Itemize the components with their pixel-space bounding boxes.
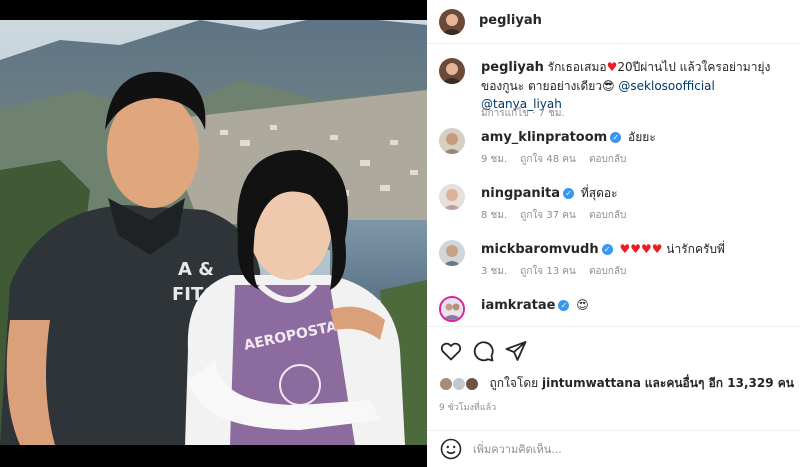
commenter-avatar[interactable] — [439, 240, 465, 266]
comment-body: amy_klinpratoom ✓ อัยยะ — [481, 128, 781, 147]
heart-outline-icon[interactable] — [439, 339, 463, 363]
sunglasses-emoji-icon: 😎 — [602, 79, 615, 93]
comment-like-count[interactable]: ถูกใจ 48 คน — [520, 154, 575, 165]
caption-text-part1: รักเธอเสมอ — [547, 60, 607, 74]
author-username[interactable]: pegliyah — [479, 13, 542, 28]
comment-item: mickbaromvudh ✓ ♥♥♥♥ น่ารักครับพี่ 3 ชม. … — [439, 240, 794, 284]
comment-item: amy_klinpratoom ✓ อัยยะ 9 ชม. ถูกใจ 48 คน… — [439, 128, 794, 172]
caption-meta: มีการแก้ไข · 7 ชม. — [481, 108, 565, 119]
likes-text: ถูกใจโดย jintumwattana และคนอื่นๆ อีก 13… — [489, 376, 793, 390]
comment-time: 8 ชม. — [481, 210, 508, 221]
red-heart-emoji-icon: ♥ — [606, 60, 618, 74]
liked-by-user[interactable]: jintumwattana — [542, 376, 641, 390]
comment-body: ningpanita ✓ ที่สุดอะ — [481, 184, 781, 203]
comment-body: iamkratae ✓ 😍 — [481, 296, 781, 315]
post-photo[interactable]: A & FITC AEROPOSTALE — [0, 20, 427, 445]
comment-item: ningpanita ✓ ที่สุดอะ 8 ชม. ถูกใจ 37 คน ต… — [439, 184, 794, 228]
caption-body: pegliyah รักเธอเสมอ♥20ปีผ่านไป แล้วใครอย… — [481, 58, 781, 113]
liked-by-suffix[interactable]: และคนอื่นๆ อีก 13,329 คน — [645, 376, 794, 390]
instagram-post-view: A & FITC AEROPOSTALE pegliyah pegliyah ร… — [0, 0, 800, 467]
caption-username[interactable]: pegliyah — [481, 60, 544, 75]
couple-photo: A & FITC AEROPOSTALE — [0, 20, 427, 445]
comment-bubble-icon[interactable] — [471, 339, 495, 363]
comment-reply-button[interactable]: ตอบกลับ — [589, 266, 626, 277]
comment-time: 3 ชม. — [481, 266, 508, 277]
liker-avatar — [451, 376, 466, 391]
liker-avatar — [464, 376, 479, 391]
post-side-panel: pegliyah pegliyah รักเธอเสมอ♥20ปีผ่านไป … — [427, 0, 800, 467]
caption-author-avatar[interactable] — [439, 58, 465, 84]
post-caption: pegliyah รักเธอเสมอ♥20ปีผ่านไป แล้วใครอย… — [439, 58, 794, 119]
comment-username[interactable]: amy_klinpratoom — [481, 130, 607, 145]
caption-mention-seklosoofficial[interactable]: @seklosoofficial — [618, 79, 714, 93]
post-timestamp: 9 ชั่วโมงที่แล้ว — [439, 403, 497, 413]
comment-reply-button[interactable]: ตอบกลับ — [589, 154, 626, 165]
post-header: pegliyah — [427, 0, 800, 44]
comment-like-count[interactable]: ถูกใจ 13 คน — [520, 266, 575, 277]
smiley-icon[interactable] — [439, 437, 463, 461]
comment-text: อัยยะ — [628, 130, 656, 144]
verified-badge-icon: ✓ — [610, 132, 622, 143]
comment-reply-button[interactable]: ตอบกลับ — [589, 210, 626, 221]
post-actions: ถูกใจโดย jintumwattana และคนอื่นๆ อีก 13… — [427, 326, 800, 446]
post-photo-panel: A & FITC AEROPOSTALE — [0, 0, 427, 467]
verified-badge-icon: ✓ — [563, 188, 575, 199]
comment-text: ที่สุดอะ — [580, 186, 618, 200]
commenter-avatar[interactable] — [439, 184, 465, 210]
comment-time: 9 ชม. — [481, 154, 508, 165]
comment-meta: 8 ชม. ถูกใจ 37 คน ตอบกลับ — [481, 208, 636, 223]
liked-by-prefix: ถูกใจโดย — [489, 376, 539, 390]
likes-summary[interactable]: ถูกใจโดย jintumwattana และคนอื่นๆ อีก 13… — [439, 374, 794, 394]
comment-like-count[interactable]: ถูกใจ 37 คน — [520, 210, 575, 221]
caption-text-part3: ตายอย่างเดียว — [528, 79, 603, 93]
author-avatar[interactable] — [439, 9, 465, 35]
svg-text:A &: A & — [178, 259, 214, 280]
commenter-avatar-story-ring[interactable] — [439, 296, 465, 322]
comment-item: iamkratae ✓ 😍 — [439, 296, 794, 326]
comment-text: น่ารักครับพี่ — [666, 242, 725, 256]
comments-section[interactable]: pegliyah รักเธอเสมอ♥20ปีผ่านไป แล้วใครอย… — [427, 48, 800, 326]
comment-meta: 3 ชม. ถูกใจ 13 คน ตอบกลับ — [481, 264, 636, 279]
comment-username[interactable]: iamkratae — [481, 298, 555, 313]
verified-badge-icon: ✓ — [601, 244, 613, 255]
comment-username[interactable]: ningpanita — [481, 186, 560, 201]
paper-plane-icon[interactable] — [504, 339, 528, 363]
add-comment-bar — [427, 430, 800, 467]
comment-body: mickbaromvudh ✓ ♥♥♥♥ น่ารักครับพี่ — [481, 240, 781, 259]
commenter-avatar[interactable] — [439, 128, 465, 154]
comment-username[interactable]: mickbaromvudh — [481, 242, 599, 257]
heart-eyes-emoji-icon: 😍 — [576, 298, 589, 312]
verified-badge-icon: ✓ — [558, 300, 570, 311]
add-comment-input[interactable] — [473, 439, 783, 459]
red-hearts-emoji-icon: ♥♥♥♥ — [619, 242, 663, 256]
comment-meta: 9 ชม. ถูกใจ 48 คน ตอบกลับ — [481, 152, 636, 167]
liker-avatar — [439, 376, 453, 391]
